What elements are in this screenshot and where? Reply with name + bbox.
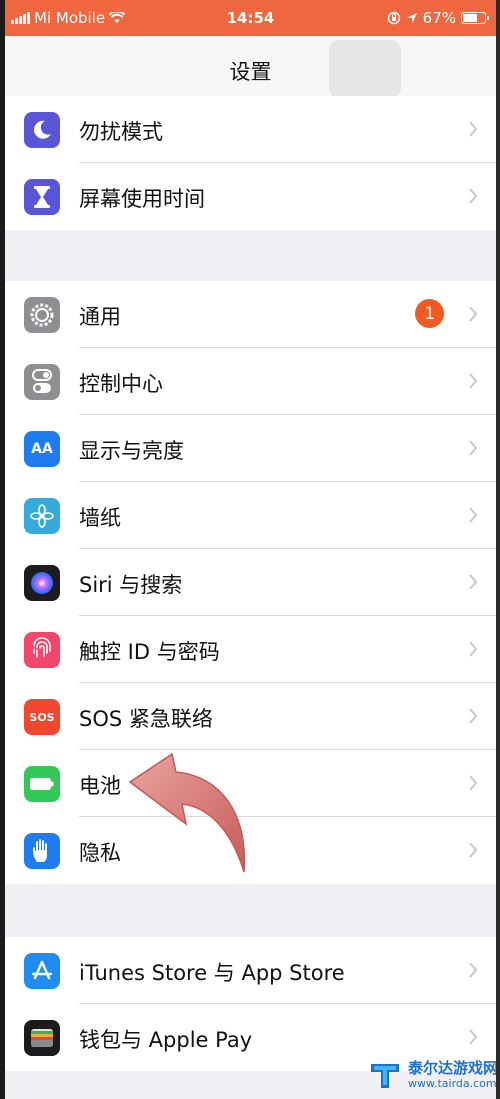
settings-row-siri-search[interactable]: Siri 与搜索 — [5, 549, 496, 616]
battery-icon — [24, 766, 60, 802]
battery-percent: 67% — [422, 9, 456, 27]
chevron-right-icon — [469, 507, 478, 523]
settings-row-emergency-sos[interactable]: SOS SOS 紧急联络 — [5, 683, 496, 750]
sos-icon: SOS — [24, 699, 60, 735]
row-label: 隐私 — [79, 841, 121, 865]
row-label: 通用 — [79, 305, 121, 329]
fingerprint-icon — [24, 632, 60, 668]
watermark-logo-icon — [371, 1064, 399, 1088]
settings-row-general[interactable]: 通用 1 — [5, 281, 496, 348]
toggles-icon — [24, 364, 60, 400]
settings-row-do-not-disturb[interactable]: 勿扰模式 — [5, 96, 496, 163]
wallet-icon — [24, 1020, 60, 1056]
row-label: Siri 与搜索 — [79, 573, 183, 597]
row-label: 屏幕使用时间 — [79, 187, 205, 211]
settings-row-touch-id-passcode[interactable]: 触控 ID 与密码 — [5, 616, 496, 683]
row-label: SOS 紧急联络 — [79, 707, 213, 731]
annotation-arrow-icon — [128, 752, 246, 873]
chevron-right-icon — [469, 708, 478, 724]
chevron-right-icon — [469, 1029, 478, 1045]
siri-icon — [24, 565, 60, 601]
chevron-right-icon — [469, 574, 478, 590]
screen-frame-left — [0, 0, 5, 1099]
row-label: 控制中心 — [79, 372, 163, 396]
chevron-right-icon — [469, 962, 478, 978]
watermark-name: 泰尔达游戏网 — [408, 1059, 499, 1077]
location-icon — [406, 13, 417, 23]
gear-icon — [24, 297, 60, 333]
hand-icon — [24, 833, 60, 869]
hourglass-icon — [24, 179, 60, 215]
navigation-bar: 设置 — [5, 36, 496, 102]
settings-row-screen-time[interactable]: 屏幕使用时间 — [5, 163, 496, 230]
row-label: 触控 ID 与密码 — [79, 640, 220, 664]
row-label: 勿扰模式 — [79, 120, 163, 144]
row-label: iTunes Store 与 App Store — [79, 961, 345, 985]
settings-row-control-center[interactable]: 控制中心 — [5, 348, 496, 415]
battery-status-icon — [461, 12, 489, 24]
chevron-right-icon — [469, 842, 478, 858]
settings-row-wallpaper[interactable]: 墙纸 — [5, 482, 496, 549]
page-title: 设置 — [229, 60, 272, 84]
watermark: 泰尔达游戏网 www.tairda.com — [368, 1058, 498, 1092]
notification-badge: 1 — [415, 299, 444, 328]
moon-icon — [24, 112, 60, 148]
row-label: 电池 — [79, 774, 121, 798]
settings-group-focus: 勿扰模式 屏幕使用时间 — [5, 96, 496, 230]
app-store-icon — [24, 953, 60, 989]
settings-group-stores: iTunes Store 与 App Store 钱包与 Apple Pay — [5, 937, 496, 1071]
status-bar: Mi Mobile 14:54 67% — [5, 0, 496, 36]
text-size-icon: AA — [24, 431, 60, 467]
chevron-right-icon — [469, 440, 478, 456]
watermark-url: www.tairda.com — [408, 1077, 497, 1090]
chevron-right-icon — [469, 641, 478, 657]
settings-row-itunes-app-store[interactable]: iTunes Store 与 App Store — [5, 937, 496, 1004]
orientation-lock-icon — [387, 11, 400, 25]
row-label: 钱包与 Apple Pay — [79, 1028, 253, 1052]
flower-icon — [24, 498, 60, 534]
row-label: 墙纸 — [79, 506, 121, 530]
chevron-right-icon — [469, 121, 478, 137]
row-label: 显示与亮度 — [79, 439, 184, 463]
chevron-right-icon — [469, 188, 478, 204]
screen-frame-right — [496, 0, 500, 1099]
chevron-right-icon — [469, 306, 478, 322]
chevron-right-icon — [469, 775, 478, 791]
chevron-right-icon — [469, 373, 478, 389]
settings-row-display-brightness[interactable]: AA 显示与亮度 — [5, 415, 496, 482]
